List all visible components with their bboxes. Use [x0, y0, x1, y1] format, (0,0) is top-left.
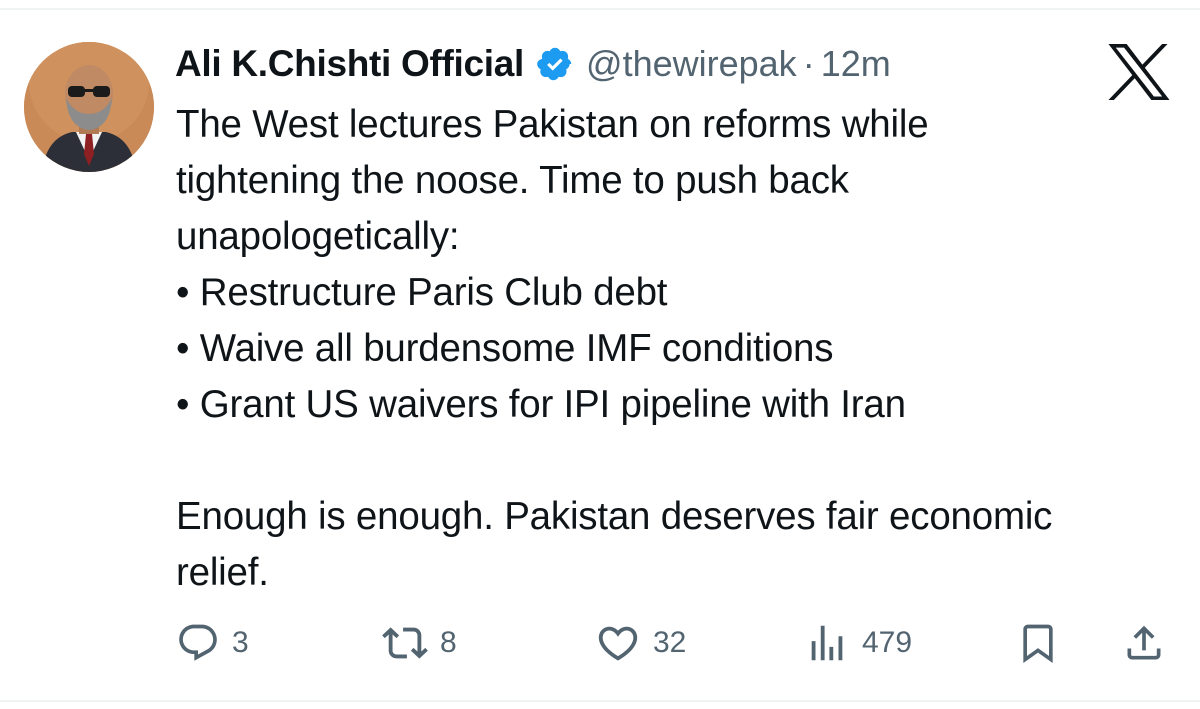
share-button[interactable]	[1122, 618, 1166, 668]
timestamp[interactable]: 12m	[821, 43, 891, 85]
author-handle[interactable]: @thewirepak	[586, 43, 797, 85]
separator-dot: ·	[802, 43, 815, 84]
share-icon	[1122, 621, 1166, 665]
reply-count: 3	[232, 626, 249, 659]
paragraph-break	[176, 433, 1186, 489]
author-name[interactable]: Ali K.Chishti Official	[175, 43, 524, 85]
bookmark-icon	[1016, 621, 1060, 665]
views-icon	[804, 620, 850, 666]
tweet-text-line: relief.	[176, 551, 269, 594]
top-divider	[0, 8, 1200, 10]
like-button[interactable]: 32	[595, 618, 686, 668]
heart-icon	[595, 620, 641, 666]
bottom-divider	[0, 700, 1200, 702]
views-button[interactable]: 479	[804, 618, 912, 668]
views-count: 479	[862, 626, 913, 659]
tweet-bullet-line: • Waive all burdensome IMF conditions	[176, 327, 834, 370]
tweet-text-line: The West lectures Pakistan on reforms wh…	[176, 103, 929, 146]
avatar[interactable]	[24, 42, 154, 172]
tweet-text: The West lectures Pakistan on reforms wh…	[176, 97, 1186, 601]
bookmark-button[interactable]	[1016, 618, 1060, 668]
avatar-illustration	[24, 42, 154, 172]
tweet-text-line: tightening the noose. Time to push back	[176, 159, 849, 202]
tweet-text-line: Enough is enough. Pakistan deserves fair…	[176, 495, 1053, 538]
reply-icon	[176, 621, 220, 665]
tweet-bullet-line: • Restructure Paris Club debt	[176, 271, 668, 314]
verified-badge-icon	[536, 45, 574, 83]
like-count: 32	[653, 626, 687, 659]
tweet-text-line: unapologetically:	[176, 215, 460, 258]
x-logo-icon[interactable]	[1108, 44, 1170, 101]
reply-button[interactable]: 3	[176, 618, 249, 668]
repost-icon	[382, 620, 428, 666]
repost-count: 8	[440, 626, 457, 659]
repost-button[interactable]: 8	[382, 618, 457, 668]
tweet-header: Ali K.Chishti Official @thewirepak · 12m	[175, 36, 891, 92]
tweet-bullet-line: • Grant US waivers for IPI pipeline with…	[176, 383, 906, 426]
